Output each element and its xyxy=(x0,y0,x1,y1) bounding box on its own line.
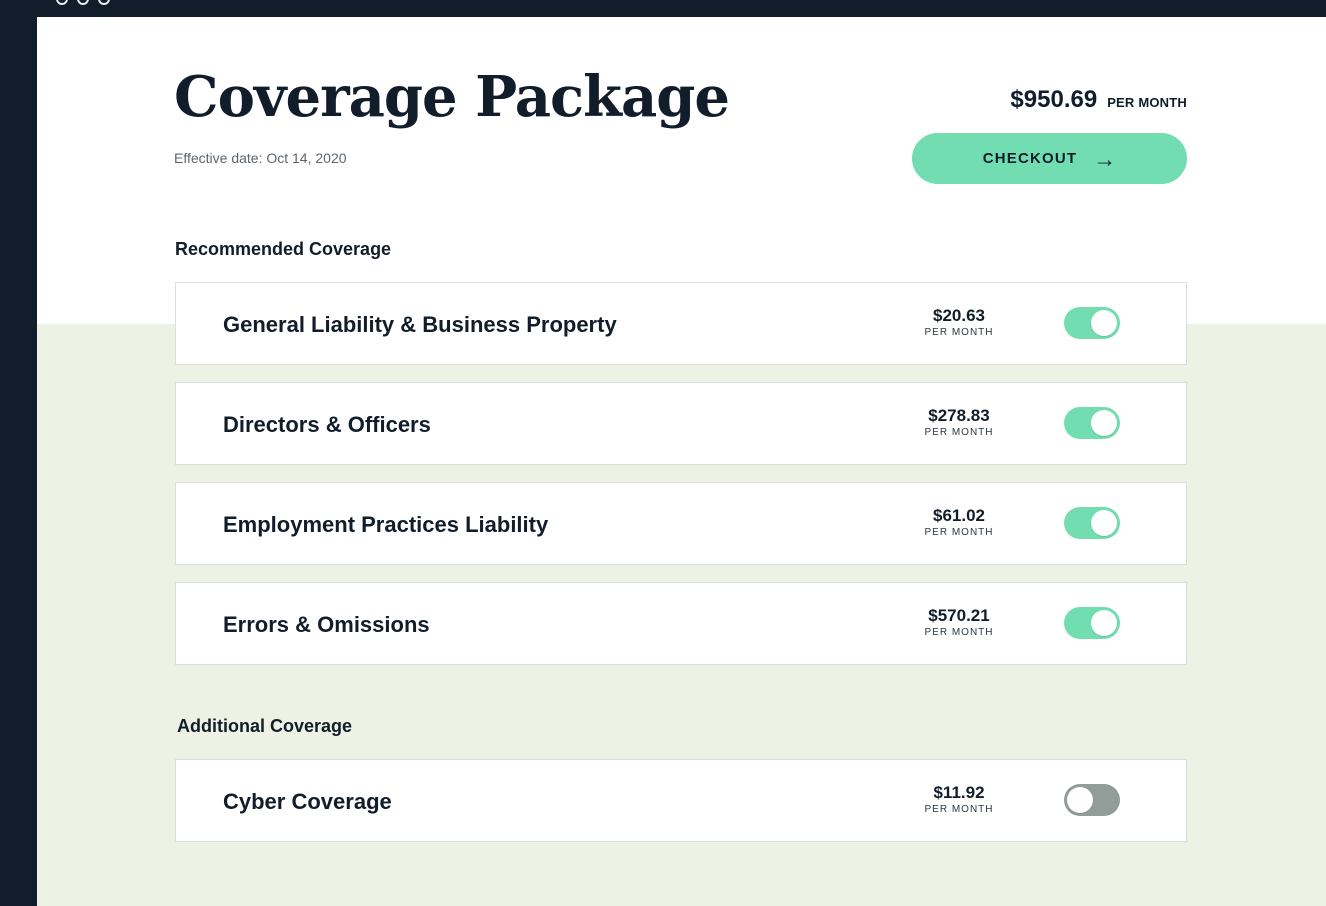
coverage-toggle-general-liability[interactable] xyxy=(1064,307,1120,339)
top-bar xyxy=(0,0,1326,17)
coverage-name: Errors & Omissions xyxy=(223,612,430,637)
coverage-unit: PER MONTH xyxy=(924,627,994,638)
toggle-knob xyxy=(1067,787,1093,813)
arrow-right-icon: → xyxy=(1093,145,1117,172)
coverage-toggle-errors-omissions[interactable] xyxy=(1064,607,1120,639)
coverage-row-general-liability: General Liability & Business Property $2… xyxy=(175,282,1187,365)
coverage-name: Directors & Officers xyxy=(223,412,431,437)
window-dot-icon xyxy=(98,0,110,5)
toggle-knob xyxy=(1091,310,1117,336)
coverage-toggle-cyber[interactable] xyxy=(1064,784,1120,816)
coverage-unit: PER MONTH xyxy=(924,427,994,438)
total-price-summary: $950.69 PER MONTH xyxy=(985,85,1187,115)
coverage-unit: PER MONTH xyxy=(924,804,994,815)
additional-coverage-heading: Additional Coverage xyxy=(177,716,353,736)
coverage-amount: $20.63 xyxy=(933,306,985,325)
coverage-price: $278.83 PER MONTH xyxy=(900,405,1018,439)
coverage-row-cyber: Cyber Coverage $11.92 PER MONTH xyxy=(175,759,1187,842)
window-dot-icon xyxy=(56,0,68,5)
toggle-knob xyxy=(1091,410,1117,436)
recommended-coverage-heading: Recommended Coverage xyxy=(175,239,392,259)
toggle-knob xyxy=(1091,610,1117,636)
total-price-unit: PER MONTH xyxy=(1107,95,1187,110)
additional-coverage-list: Cyber Coverage $11.92 PER MONTH xyxy=(175,759,1187,842)
coverage-package-page: Coverage Package Effective date: Oct 14,… xyxy=(37,17,1326,906)
coverage-amount: $278.83 xyxy=(928,406,990,425)
coverage-toggle-employment-practices[interactable] xyxy=(1064,507,1120,539)
coverage-name: Cyber Coverage xyxy=(223,789,392,814)
coverage-amount: $11.92 xyxy=(933,783,985,802)
coverage-row-employment-practices: Employment Practices Liability $61.02 PE… xyxy=(175,482,1187,565)
coverage-price: $61.02 PER MONTH xyxy=(900,505,1018,539)
toggle-knob xyxy=(1091,510,1117,536)
coverage-price: $11.92 PER MONTH xyxy=(900,782,1018,816)
coverage-unit: PER MONTH xyxy=(924,327,994,338)
coverage-amount: $570.21 xyxy=(928,606,990,625)
effective-date: Effective date: Oct 14, 2020 xyxy=(174,150,347,166)
window-controls xyxy=(56,0,110,5)
coverage-unit: PER MONTH xyxy=(924,527,994,538)
checkout-label: CHECKOUT xyxy=(982,150,1078,167)
total-price: $950.69 xyxy=(1010,86,1098,113)
left-rail xyxy=(0,0,37,906)
checkout-button[interactable]: CHECKOUT → xyxy=(912,133,1187,184)
coverage-name: General Liability & Business Property xyxy=(223,312,617,337)
page-title: Coverage Package xyxy=(174,64,730,130)
coverage-row-errors-omissions: Errors & Omissions $570.21 PER MONTH xyxy=(175,582,1187,665)
coverage-price: $20.63 PER MONTH xyxy=(900,305,1018,339)
recommended-coverage-list: General Liability & Business Property $2… xyxy=(175,282,1187,665)
coverage-toggle-directors-officers[interactable] xyxy=(1064,407,1120,439)
coverage-price: $570.21 PER MONTH xyxy=(900,605,1018,639)
window-dot-icon xyxy=(77,0,89,5)
coverage-row-directors-officers: Directors & Officers $278.83 PER MONTH xyxy=(175,382,1187,465)
coverage-amount: $61.02 xyxy=(933,506,985,525)
coverage-name: Employment Practices Liability xyxy=(223,512,549,537)
